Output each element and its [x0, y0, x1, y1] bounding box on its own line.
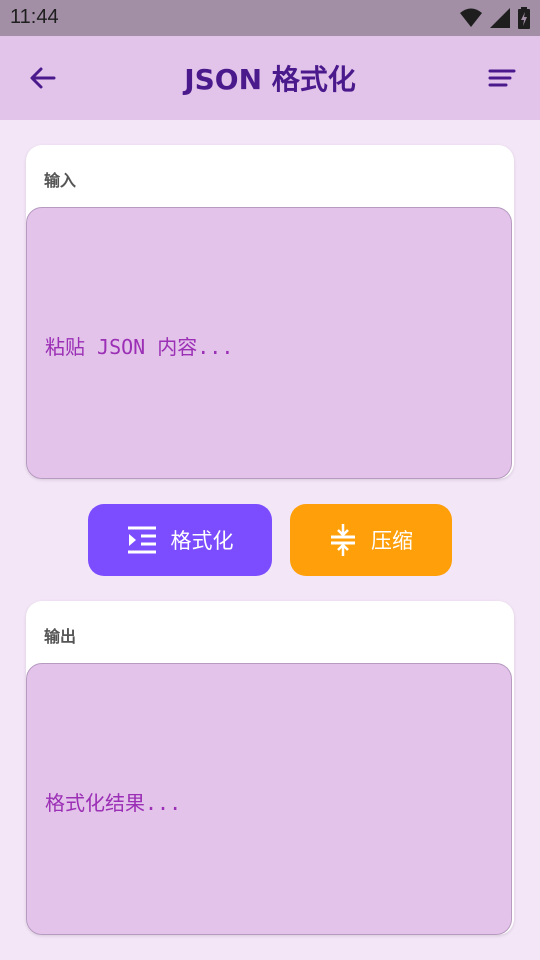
status-icons: [460, 7, 530, 29]
output-card: 输出 格式化结果...: [26, 601, 514, 935]
compress-button-label: 压缩: [371, 529, 413, 553]
signal-icon: [490, 8, 510, 28]
format-button[interactable]: 格式化: [88, 504, 272, 576]
sort-lines-icon[interactable]: [486, 62, 518, 94]
json-output-field[interactable]: 格式化结果...: [26, 663, 512, 935]
status-time: 11:44: [10, 6, 59, 28]
output-placeholder: 格式化结果...: [45, 791, 182, 815]
battery-icon: [518, 7, 530, 29]
compress-vertical-icon: [331, 524, 355, 556]
app-bar: JSON 格式化: [0, 36, 540, 120]
status-bar: 11:44: [0, 0, 540, 36]
json-input-field[interactable]: 粘贴 JSON 内容...: [26, 207, 512, 479]
page-title: JSON 格式化: [184, 63, 356, 96]
wifi-icon: [460, 8, 482, 27]
compress-button[interactable]: 压缩: [290, 504, 452, 576]
format-indent-icon: [127, 526, 156, 554]
output-label: 输出: [44, 627, 77, 646]
format-button-label: 格式化: [170, 529, 234, 553]
input-label: 输入: [44, 171, 77, 190]
input-card: 输入 粘贴 JSON 内容...: [26, 145, 514, 479]
input-placeholder: 粘贴 JSON 内容...: [45, 335, 234, 359]
